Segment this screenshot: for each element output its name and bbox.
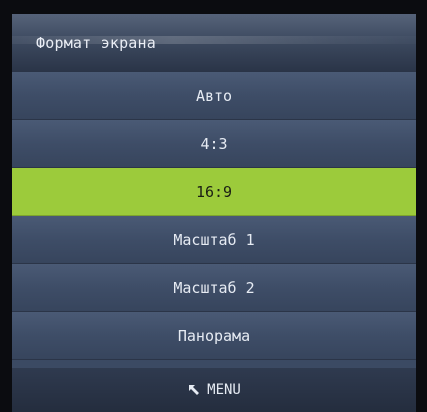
option-zoom-2[interactable]: Масштаб 2	[12, 264, 416, 312]
option-list: Авто 4:3 16:9 Масштаб 1 Масштаб 2 Панора…	[12, 72, 416, 360]
back-label: MENU	[207, 382, 241, 398]
option-label: 4:3	[200, 134, 228, 153]
option-label: Масштаб 1	[173, 230, 255, 249]
screen-format-menu: Формат экрана Авто 4:3 16:9 Масштаб 1 Ма…	[12, 14, 416, 412]
menu-footer: MENU	[12, 368, 416, 412]
option-panorama[interactable]: Панорама	[12, 312, 416, 360]
option-label: Панорама	[177, 326, 251, 345]
tv-screen: Формат экрана Авто 4:3 16:9 Масштаб 1 Ма…	[0, 0, 427, 412]
option-4-3[interactable]: 4:3	[12, 120, 416, 168]
option-16-9[interactable]: 16:9	[12, 168, 416, 216]
option-auto[interactable]: Авто	[12, 72, 416, 120]
option-zoom-1[interactable]: Масштаб 1	[12, 216, 416, 264]
menu-header: Формат экрана	[12, 14, 416, 72]
menu-title: Формат экрана	[36, 34, 156, 52]
back-arrow-icon	[187, 383, 201, 397]
option-label: 16:9	[195, 182, 233, 201]
option-label: Масштаб 2	[173, 278, 255, 297]
option-label: Авто	[195, 86, 233, 105]
menu-back-button[interactable]: MENU	[187, 382, 241, 398]
